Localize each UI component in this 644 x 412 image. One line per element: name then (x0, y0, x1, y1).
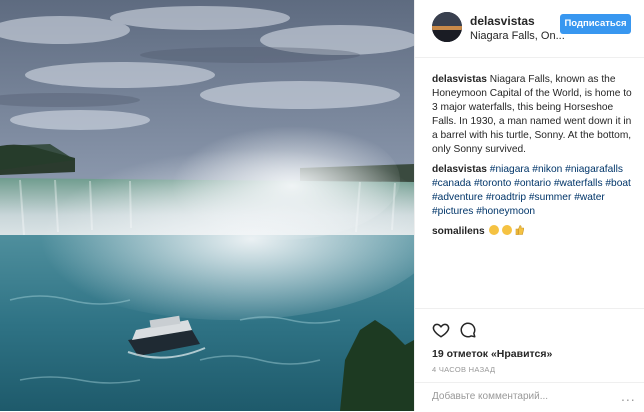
hashtags-username[interactable]: delasvistas (432, 164, 487, 175)
hashtag-link[interactable]: #boat (605, 178, 631, 189)
post-photo[interactable] (0, 0, 414, 411)
follow-button[interactable]: Подписаться (560, 14, 631, 34)
grinning-face-emoji (488, 225, 499, 235)
hashtag-link[interactable]: #nikon (532, 164, 562, 175)
post-username[interactable]: delasvistas (470, 14, 535, 28)
hashtag-link[interactable]: #ontario (514, 178, 551, 189)
hashtag-link[interactable]: #water (574, 192, 605, 203)
reply-comment: somalilens (432, 225, 634, 239)
more-options-icon[interactable]: ... (621, 388, 636, 404)
caption-text: Niagara Falls, known as the Honeymoon Ca… (432, 74, 632, 155)
niagara-falls-image (0, 0, 414, 411)
post-location[interactable]: Niagara Falls, On... (470, 30, 565, 42)
reply-username[interactable]: somalilens (432, 226, 485, 237)
hashtag-link[interactable]: #canada (432, 178, 471, 189)
add-comment-bar: ... (415, 382, 644, 412)
thumbs-up-emoji (515, 225, 525, 236)
hashtag-link[interactable]: #honeymoon (476, 206, 535, 217)
avatar[interactable] (432, 12, 462, 42)
hashtag-link[interactable]: #pictures (432, 206, 473, 217)
hashtag-link[interactable]: #roadtrip (486, 192, 526, 203)
hashtag-link[interactable]: #niagarafalls (565, 164, 623, 175)
comment-icon[interactable] (459, 321, 477, 339)
grinning-face-emoji (502, 225, 513, 235)
caption-username[interactable]: delasvistas (432, 74, 487, 85)
post-actions: 19 отметок «Нравится» 4 ЧАСОВ НАЗАД ... (415, 308, 644, 411)
comments-list: delasvistas Niagara Falls, known as the … (432, 73, 634, 245)
hashtags-comment: delasvistas #niagara #nikon #niagarafall… (432, 163, 634, 219)
post-timestamp: 4 ЧАСОВ НАЗАД (432, 365, 496, 374)
hashtag-link[interactable]: #waterfalls (554, 178, 603, 189)
comment-input[interactable] (432, 391, 602, 402)
heart-icon[interactable] (432, 321, 450, 339)
hashtag-link[interactable]: #summer (529, 192, 571, 203)
instagram-post-modal: delasvistas Niagara Falls, On... Подписа… (0, 0, 644, 411)
hashtag-link[interactable]: #toronto (474, 178, 511, 189)
caption-comment: delasvistas Niagara Falls, known as the … (432, 73, 634, 157)
hashtag-link[interactable]: #adventure (432, 192, 483, 203)
post-side-panel: delasvistas Niagara Falls, On... Подписа… (414, 0, 644, 411)
post-header: delasvistas Niagara Falls, On... Подписа… (415, 0, 644, 58)
likes-count[interactable]: 19 отметок «Нравится» (432, 348, 552, 360)
hashtag-link[interactable]: #niagara (490, 164, 530, 175)
